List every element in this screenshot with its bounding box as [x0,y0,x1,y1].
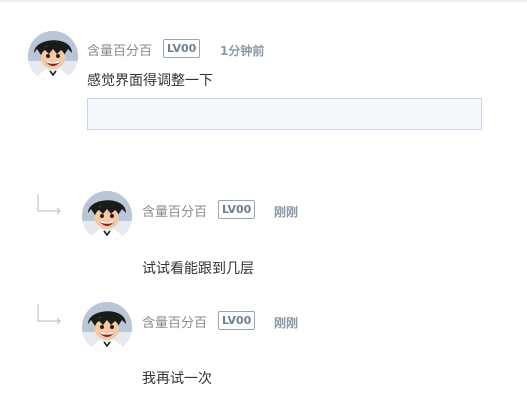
comment-thread: 含量百分百 LV00 1分钟前 感觉界面得调整一下 含量百分百 LV00 刚刚 … [0,0,527,401]
anime-avatar-icon [82,302,132,352]
reply-user-avatar[interactable] [82,191,132,241]
reply-level-badge: LV00 [218,200,256,219]
top-divider [0,0,527,2]
reply-arrow-icon [37,194,61,215]
reply-input[interactable] [87,98,482,130]
anime-avatar-icon [82,191,132,241]
reply-content: 试试看能跟到几层 [142,261,254,277]
reply-arrow-icon [37,304,61,325]
comment-time: 1分钟前 [220,44,265,58]
username[interactable]: 含量百分百 [87,40,152,59]
level-badge: LV00 [163,39,201,58]
comment-content: 感觉界面得调整一下 [87,73,213,89]
reply-time: 刚刚 [274,205,299,219]
user-avatar[interactable] [28,31,78,81]
reply-time: 刚刚 [274,316,299,330]
reply-username[interactable]: 含量百分百 [142,312,207,331]
anime-avatar-icon [28,31,78,81]
reply-level-badge: LV00 [218,311,256,330]
reply-username[interactable]: 含量百分百 [142,201,207,220]
reply-user-avatar[interactable] [82,302,132,352]
reply-content: 我再试一次 [142,371,212,387]
